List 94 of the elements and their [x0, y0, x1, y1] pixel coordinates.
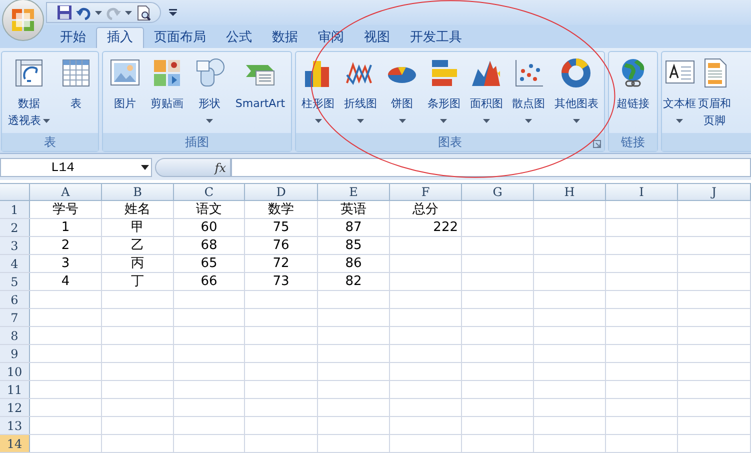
column-header[interactable]: D: [245, 184, 318, 200]
table-cell-text: 英语: [340, 200, 368, 219]
row-header[interactable]: 8: [0, 327, 30, 344]
table-cell-text: 75: [272, 218, 290, 237]
ribbon-button[interactable]: 条形图: [427, 55, 460, 133]
undo-icon[interactable]: [76, 6, 91, 20]
column-header[interactable]: G: [462, 184, 534, 200]
row-header[interactable]: 14: [0, 435, 30, 452]
ribbon-tab[interactable]: 公式: [216, 27, 262, 48]
table-cell-text: 丁: [130, 272, 145, 291]
column-header[interactable]: E: [318, 184, 390, 200]
row-header[interactable]: 13: [0, 417, 30, 434]
ribbon-button[interactable]: 数据 透视表: [8, 55, 50, 133]
group-label: 图表: [438, 134, 462, 151]
ribbon-button[interactable]: 剪贴画: [150, 55, 184, 133]
group-label: 链接: [621, 134, 645, 151]
table-cell-text: 86: [344, 254, 363, 273]
table-cell-text: 87: [344, 218, 363, 237]
table-cell-text: 73: [272, 272, 290, 291]
group-label: 表: [44, 134, 56, 151]
table-cell-text: 学号: [52, 200, 80, 219]
column-header[interactable]: B: [102, 184, 174, 200]
donut-chart-icon: [560, 57, 592, 89]
table-cell-text: 丙: [130, 254, 145, 273]
ribbon-tab[interactable]: 插入: [96, 27, 144, 48]
table-icon: [60, 57, 92, 89]
caret-icon: [95, 10, 102, 14]
row-header[interactable]: 4: [0, 255, 30, 272]
column-header[interactable]: C: [174, 184, 245, 200]
table-cell-text: 姓名: [124, 200, 152, 219]
table-cell-text: 72: [272, 254, 290, 273]
group-label: 插图: [185, 134, 209, 151]
row-header[interactable]: 7: [0, 309, 30, 326]
table-cell-text: 82: [344, 272, 363, 291]
ribbon-button[interactable]: 超链接: [616, 55, 650, 133]
table-cell-text: 乙: [130, 236, 145, 255]
ribbon-button[interactable]: 折线图: [344, 55, 377, 133]
column-header[interactable]: H: [534, 184, 606, 200]
row-header[interactable]: 5: [0, 273, 30, 290]
table-cell-text: 3: [60, 254, 71, 273]
name-box[interactable]: L14: [0, 158, 152, 177]
dialog-launcher-icon[interactable]: [593, 140, 601, 148]
office-button[interactable]: [2, 0, 44, 40]
ribbon-button[interactable]: 页眉和 页脚: [698, 55, 731, 133]
table-cell-text: 222: [432, 218, 459, 237]
customize-toolbar-icon[interactable]: [169, 9, 177, 16]
table-cell-text: 66: [200, 272, 218, 291]
column-header[interactable]: I: [606, 184, 678, 200]
table-cell-text: 65: [200, 254, 218, 273]
row-header[interactable]: 9: [0, 345, 30, 362]
row-header[interactable]: 10: [0, 363, 30, 380]
column-header[interactable]: A: [30, 184, 102, 200]
table-cell-text: 4: [60, 272, 71, 291]
ribbon-tab[interactable]: 开始: [50, 27, 96, 48]
ribbon-button[interactable]: 面积图: [470, 55, 503, 133]
caret-icon: [125, 10, 132, 14]
shapes-icon: [194, 57, 226, 89]
ribbon-tab[interactable]: 页面布局: [144, 27, 216, 48]
ribbon-button[interactable]: 其他图表: [554, 55, 598, 133]
ribbon-button[interactable]: 形状: [194, 55, 226, 133]
table-cell-text: 语文: [195, 200, 223, 219]
table-cell-text: 85: [344, 236, 363, 255]
dropdown-arrow-icon[interactable]: [141, 165, 149, 170]
ribbon-tab[interactable]: 开发工具: [400, 27, 472, 48]
formula-input[interactable]: [231, 158, 751, 177]
table-cell-text: 60: [200, 218, 218, 237]
save-icon[interactable]: [57, 5, 72, 20]
table-cell-text: 甲: [130, 218, 145, 237]
ribbon-tab[interactable]: 数据: [262, 27, 308, 48]
column-header[interactable]: J: [678, 184, 751, 200]
row-header[interactable]: 12: [0, 399, 30, 416]
row-header[interactable]: 2: [0, 219, 30, 236]
table-cell-text: 总分: [412, 200, 440, 219]
insert-function-button[interactable]: fx: [214, 158, 226, 176]
table-cell-text: 68: [200, 236, 218, 255]
scatter-chart-icon: [512, 57, 545, 89]
row-header[interactable]: 3: [0, 237, 30, 254]
ribbon-tab[interactable]: 视图: [354, 27, 400, 48]
print-preview-icon[interactable]: [136, 4, 152, 20]
table-cell-text: 数学: [267, 200, 295, 219]
office-logo-icon: [11, 8, 35, 32]
row-header[interactable]: 1: [0, 201, 30, 218]
ribbon-button[interactable]: 表: [60, 55, 92, 133]
table-cell-text: 2: [60, 236, 71, 255]
table-cell-text: 76: [272, 236, 290, 255]
column-header[interactable]: F: [390, 184, 462, 200]
row-header[interactable]: 11: [0, 381, 30, 398]
ribbon-button[interactable]: 文本框: [663, 55, 696, 133]
ribbon-button[interactable]: 图片: [108, 55, 141, 133]
row-header[interactable]: 6: [0, 291, 30, 308]
ribbon-button[interactable]: 散点图: [512, 55, 546, 133]
ribbon-button[interactable]: 饼图: [386, 55, 418, 133]
ribbon-button[interactable]: SmartArt: [235, 55, 286, 133]
table-cell-text: 1: [60, 218, 71, 237]
